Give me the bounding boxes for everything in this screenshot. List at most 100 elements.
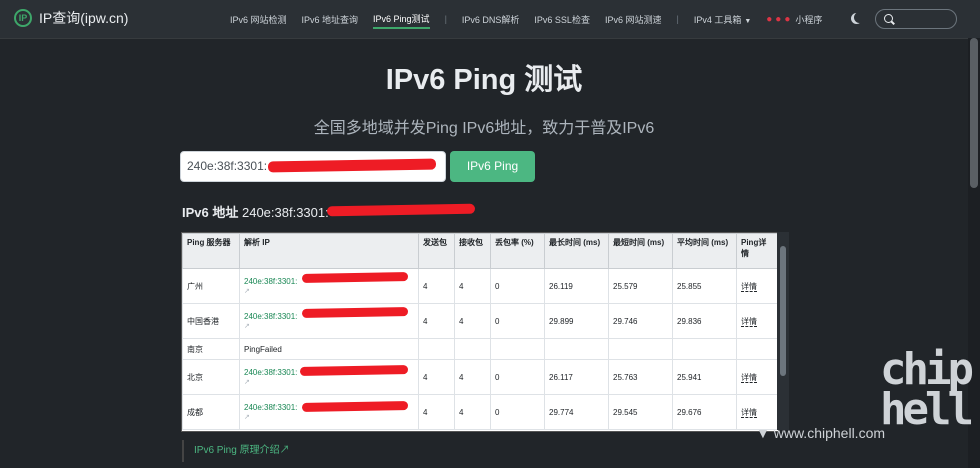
cell-max xyxy=(544,338,609,360)
cell-max: 29.899 xyxy=(544,303,609,339)
external-link-icon[interactable]: ↗ xyxy=(244,379,250,386)
redaction-mark xyxy=(301,307,409,318)
watermark-url-text: www.chiphell.com xyxy=(773,425,886,441)
redaction-mark xyxy=(301,401,409,412)
cell-max: 26.119 xyxy=(544,268,609,304)
nav-ipv6-address-lookup[interactable]: IPv6 地址查询 xyxy=(302,13,359,26)
col-header-avg: 平均时间 (ms) xyxy=(672,233,737,269)
ip-logo-icon: IP xyxy=(14,9,32,27)
cell-sent: 4 xyxy=(418,359,455,395)
cell-loss: 0 xyxy=(490,268,545,304)
cell-recv: 4 xyxy=(454,303,491,339)
cell-avg xyxy=(672,338,737,360)
ipv6-ping-button[interactable]: IPv6 Ping xyxy=(450,151,535,182)
col-header-max: 最长时间 (ms) xyxy=(544,233,609,269)
cell-min: 29.545 xyxy=(608,394,673,430)
cell-avg: 29.836 xyxy=(672,303,737,339)
navbar: IP IP查询(ipw.cn) IPv6 网站检测 IPv6 地址查询 IPv6… xyxy=(0,0,980,39)
page-subtitle: 全国多地域并发Ping IPv6地址，致力于普及IPv6 xyxy=(313,120,655,137)
ping-principle-link-part2[interactable]: 原理介绍 xyxy=(237,445,280,456)
ipv6-address-input-value: 240e:38f:3301: xyxy=(187,159,268,173)
chiphell-watermark-logo: chip hell xyxy=(880,344,974,435)
cell-loss: 0 xyxy=(490,394,545,430)
detail-link[interactable]: 详情 xyxy=(741,281,757,292)
cell-recv: 4 xyxy=(454,268,491,304)
cell-detail: 详情 xyxy=(736,359,778,395)
col-header-recv: 接收包 xyxy=(454,233,491,269)
search-box[interactable] xyxy=(875,9,957,29)
cell-avg: 29.676 xyxy=(672,394,737,430)
cell-min: 25.763 xyxy=(608,359,673,395)
ip-link[interactable]: 240e:38f:3301: xyxy=(244,368,297,377)
redaction-mark xyxy=(326,203,476,217)
ping-principle-link-part1[interactable]: IPv6 Ping xyxy=(194,445,237,456)
nav-ipv6-website-check[interactable]: IPv6 网站检测 xyxy=(230,13,287,26)
cell-avg: 25.941 xyxy=(672,359,737,395)
external-link-icon[interactable]: ↗ xyxy=(244,414,250,421)
nav-separator: | xyxy=(676,14,679,24)
cell-server: 北京 xyxy=(182,359,240,395)
table-scrollbar-thumb[interactable] xyxy=(780,246,786,376)
cell-recv: 4 xyxy=(454,394,491,430)
cell-server: 广州 xyxy=(182,268,240,304)
nav-ipv6-speed[interactable]: IPv6 网站测速 xyxy=(605,13,662,26)
cell-detail: 详情 xyxy=(736,268,778,304)
page-scrollbar-thumb[interactable] xyxy=(970,38,978,188)
cell-min: 29.746 xyxy=(608,303,673,339)
caret-down-icon: ▼ xyxy=(744,17,752,25)
ip-link[interactable]: 240e:38f:3301: xyxy=(244,312,297,321)
detail-link[interactable]: 详情 xyxy=(741,372,757,383)
moon-icon[interactable] xyxy=(854,12,865,23)
table-scrollbar[interactable] xyxy=(777,232,789,430)
cell-sent xyxy=(418,338,455,360)
cell-recv: 4 xyxy=(454,359,491,395)
table-row: 成都 240e:38f:3301: ↗ 4 4 0 29.774 29.545 2… xyxy=(182,394,778,430)
cell-min xyxy=(608,338,673,360)
redaction-mark xyxy=(301,272,409,283)
cell-server: 南京 xyxy=(182,338,240,360)
chiphell-watermark-url: ▼ www.chiphell.com xyxy=(756,425,886,441)
col-header-server: Ping 服务器 xyxy=(182,233,240,269)
cell-loss: 0 xyxy=(490,303,545,339)
nav-ipv6-ping-test[interactable]: IPv6 Ping测试 xyxy=(373,10,430,29)
droplet-icons: ●●● xyxy=(766,13,794,25)
ping-principle-note[interactable]: IPv6 Ping 原理介绍↗ xyxy=(182,440,290,462)
cell-loss xyxy=(490,338,545,360)
cell-recv xyxy=(454,338,491,360)
cell-avg: 25.855 xyxy=(672,268,737,304)
ping-results-table-container: Ping 服务器 解析 IP 发送包 接收包 丢包率 (%) 最长时间 (ms)… xyxy=(181,232,779,432)
external-link-icon[interactable]: ↗ xyxy=(244,288,250,295)
cell-ip: PingFailed xyxy=(239,338,419,360)
cell-detail: 详情 xyxy=(736,303,778,339)
address-heading: IPv6 地址 240e:38f:3301: xyxy=(182,202,329,221)
col-header-min: 最短时间 (ms) xyxy=(608,233,673,269)
redaction-mark xyxy=(299,365,409,376)
cell-detail xyxy=(736,338,778,360)
detail-link[interactable]: 详情 xyxy=(741,316,757,327)
cell-min: 25.579 xyxy=(608,268,673,304)
cell-sent: 4 xyxy=(418,394,455,430)
address-heading-label: IPv6 地址 xyxy=(182,205,239,220)
cell-sent: 4 xyxy=(418,303,455,339)
ip-link[interactable]: 240e:38f:3301: xyxy=(244,403,297,412)
brand-name[interactable]: IP查询(ipw.cn) xyxy=(39,8,128,28)
external-link-icon[interactable]: ↗ xyxy=(244,323,250,330)
ip-link[interactable]: 240e:38f:3301: xyxy=(244,277,297,286)
nav-mini-program[interactable]: 小程序 xyxy=(795,13,822,26)
cell-loss: 0 xyxy=(490,359,545,395)
cell-ip: 240e:38f:3301: ↗ xyxy=(239,394,419,430)
page-title: IPv6 Ping 测试 xyxy=(385,64,583,96)
detail-link[interactable]: 详情 xyxy=(741,407,757,418)
external-link-icon: ↗ xyxy=(279,445,290,456)
nav-ipv6-ssl[interactable]: IPv6 SSL检查 xyxy=(534,13,590,26)
nav-ipv6-dns[interactable]: IPv6 DNS解析 xyxy=(462,13,520,26)
nav-separator: | xyxy=(444,14,447,24)
table-row: 广州 240e:38f:3301: ↗ 4 4 0 26.119 25.579 2… xyxy=(182,268,778,304)
brand[interactable]: IP IP查询(ipw.cn) xyxy=(14,8,128,28)
ping-results-table: Ping 服务器 解析 IP 发送包 接收包 丢包率 (%) 最长时间 (ms)… xyxy=(182,233,778,430)
nav-ipv4-tools-dropdown[interactable]: IPv4 工具箱 ▼ xyxy=(694,13,751,26)
table-row: 南京 PingFailed xyxy=(182,338,778,360)
nav-links: IPv6 网站检测 IPv6 地址查询 IPv6 Ping测试 | IPv6 D… xyxy=(230,0,837,38)
cell-server: 成都 xyxy=(182,394,240,430)
cell-max: 29.774 xyxy=(544,394,609,430)
